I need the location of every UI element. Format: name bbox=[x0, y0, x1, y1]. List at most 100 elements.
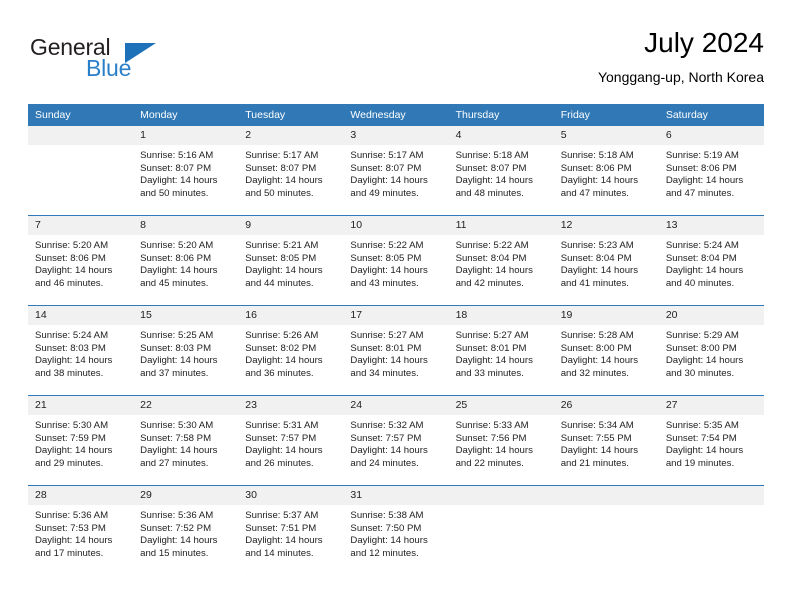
day-detail-line: Sunset: 8:07 PM bbox=[245, 162, 317, 174]
day-detail-line: Sunrise: 5:20 AM bbox=[35, 240, 109, 251]
day-number: 10 bbox=[343, 216, 449, 235]
day-detail-line: and 37 minutes. bbox=[140, 367, 209, 379]
calendar-week-row: 21 Sunrise: 5:30 AM Sunset: 7:59 PM Dayligh… bbox=[28, 395, 764, 486]
calendar-day-cell[interactable]: 29 Sunrise: 5:36 AM Sunset: 7:52 PM Dayligh… bbox=[133, 485, 239, 575]
day-detail-line: and 33 minutes. bbox=[455, 367, 524, 379]
day-detail-line: Sunrise: 5:19 AM bbox=[665, 150, 739, 161]
day-details: Sunrise: 5:22 AM Sunset: 8:04 PM Daylight:… bbox=[449, 235, 554, 290]
day-detail-line: Sunrise: 5:21 AM bbox=[245, 240, 319, 251]
calendar-day-cell[interactable]: 17 Sunrise: 5:27 AM Sunset: 8:01 PM Dayligh… bbox=[343, 305, 449, 396]
calendar-day-cell[interactable]: 31 Sunrise: 5:38 AM Sunset: 7:50 PM Dayligh… bbox=[343, 485, 449, 575]
calendar-day-cell[interactable]: 15 Sunrise: 5:25 AM Sunset: 8:03 PM Dayligh… bbox=[133, 305, 239, 396]
day-detail-line: Daylight: 14 hours bbox=[560, 265, 639, 277]
day-detail-line: Sunset: 8:04 PM bbox=[455, 252, 527, 264]
calendar-day-cell[interactable]: 11 Sunrise: 5:22 AM Sunset: 8:04 PM Dayligh… bbox=[448, 215, 554, 306]
day-detail-line: Sunrise: 5:17 AM bbox=[350, 150, 424, 161]
day-number: 3 bbox=[343, 126, 449, 145]
calendar-day-cell[interactable]: 14 Sunrise: 5:24 AM Sunset: 8:03 PM Dayligh… bbox=[28, 305, 134, 396]
day-number: 12 bbox=[553, 216, 659, 235]
calendar-day-cell[interactable]: 9 Sunrise: 5:21 AM Sunset: 8:05 PM Daylight… bbox=[238, 215, 344, 306]
calendar-day-cell[interactable]: 23 Sunrise: 5:31 AM Sunset: 7:57 PM Dayligh… bbox=[238, 395, 344, 486]
day-detail-line: and 41 minutes. bbox=[560, 277, 629, 289]
day-detail-line: and 24 minutes. bbox=[350, 457, 419, 469]
day-detail-line: Sunrise: 5:37 AM bbox=[245, 510, 319, 521]
day-detail-line: Sunrise: 5:30 AM bbox=[140, 420, 214, 431]
day-details: Sunrise: 5:28 AM Sunset: 8:00 PM Daylight:… bbox=[554, 325, 659, 380]
day-number: 20 bbox=[658, 306, 764, 325]
calendar-day-cell[interactable]: 21 Sunrise: 5:30 AM Sunset: 7:59 PM Dayligh… bbox=[28, 395, 134, 486]
day-detail-line: Daylight: 14 hours bbox=[245, 445, 323, 457]
calendar-day-cell[interactable]: 20 Sunrise: 5:29 AM Sunset: 8:00 PM Dayligh… bbox=[658, 305, 764, 396]
day-detail-line: Daylight: 14 hours bbox=[665, 175, 744, 187]
calendar-day-cell[interactable]: 5 Sunrise: 5:18 AM Sunset: 8:06 PM Daylight… bbox=[553, 126, 659, 216]
calendar-day-cell[interactable]: 30 Sunrise: 5:37 AM Sunset: 7:51 PM Dayligh… bbox=[238, 485, 344, 575]
day-detail-line: Sunrise: 5:36 AM bbox=[35, 510, 109, 521]
day-detail-line: and 27 minutes. bbox=[140, 457, 209, 469]
day-detail-line: and 50 minutes. bbox=[245, 187, 314, 199]
calendar-day-cell[interactable]: 19 Sunrise: 5:28 AM Sunset: 8:00 PM Dayligh… bbox=[553, 305, 659, 396]
calendar-day-cell[interactable]: 28 Sunrise: 5:36 AM Sunset: 7:53 PM Dayligh… bbox=[28, 485, 134, 575]
day-detail-line: Daylight: 14 hours bbox=[665, 355, 744, 367]
day-detail-line: Sunset: 8:06 PM bbox=[665, 162, 737, 174]
day-detail-line: Sunset: 8:04 PM bbox=[560, 252, 632, 264]
day-detail-line: and 34 minutes. bbox=[350, 367, 419, 379]
calendar-day-cell[interactable]: 1 Sunrise: 5:16 AM Sunset: 8:07 PM Daylight… bbox=[133, 126, 239, 216]
day-detail-line: Sunset: 7:52 PM bbox=[140, 522, 212, 534]
day-detail-line: Daylight: 14 hours bbox=[35, 355, 113, 367]
day-detail-line: Sunset: 8:05 PM bbox=[245, 252, 317, 264]
calendar-day-cell[interactable]: 2 Sunrise: 5:17 AM Sunset: 8:07 PM Daylight… bbox=[238, 126, 344, 216]
day-detail-line: Sunrise: 5:34 AM bbox=[560, 420, 634, 431]
calendar-day-cell[interactable]: 22 Sunrise: 5:30 AM Sunset: 7:58 PM Dayligh… bbox=[133, 395, 239, 486]
calendar-day-cell[interactable]: 4 Sunrise: 5:18 AM Sunset: 8:07 PM Daylight… bbox=[448, 126, 554, 216]
day-detail-line: Daylight: 14 hours bbox=[350, 265, 428, 277]
calendar-day-cell[interactable]: 3 Sunrise: 5:17 AM Sunset: 8:07 PM Daylight… bbox=[343, 126, 449, 216]
calendar-day-cell[interactable]: 10 Sunrise: 5:22 AM Sunset: 8:05 PM Dayligh… bbox=[343, 215, 449, 306]
day-detail-line: Daylight: 14 hours bbox=[245, 265, 323, 277]
day-detail-line: and 38 minutes. bbox=[35, 367, 104, 379]
day-detail-line: Sunrise: 5:17 AM bbox=[245, 150, 319, 161]
day-number: 9 bbox=[238, 216, 344, 235]
calendar-day-cell[interactable]: 6 Sunrise: 5:19 AM Sunset: 8:06 PM Daylight… bbox=[658, 126, 764, 216]
calendar-day-cell[interactable]: 27 Sunrise: 5:35 AM Sunset: 7:54 PM Dayligh… bbox=[658, 395, 764, 486]
day-detail-line: and 21 minutes. bbox=[560, 457, 629, 469]
day-detail-line: Sunset: 7:50 PM bbox=[350, 522, 422, 534]
calendar-page: General Blue July 2024 Yonggang-up, Nort… bbox=[0, 0, 792, 612]
day-number: 6 bbox=[658, 126, 764, 145]
day-detail-line: Daylight: 14 hours bbox=[140, 265, 218, 277]
day-detail-line: Sunset: 8:06 PM bbox=[140, 252, 212, 264]
calendar-day-cell[interactable]: 13 Sunrise: 5:24 AM Sunset: 8:04 PM Dayligh… bbox=[658, 215, 764, 306]
day-detail-line: Daylight: 14 hours bbox=[350, 355, 428, 367]
day-detail-line: and 30 minutes. bbox=[665, 367, 735, 379]
day-details: Sunrise: 5:20 AM Sunset: 8:06 PM Daylight:… bbox=[28, 235, 133, 290]
calendar-week-row: 28 Sunrise: 5:36 AM Sunset: 7:53 PM Dayligh… bbox=[28, 485, 764, 575]
day-detail-line: Sunrise: 5:18 AM bbox=[455, 150, 529, 161]
calendar-day-cell[interactable]: 18 Sunrise: 5:27 AM Sunset: 8:01 PM Dayligh… bbox=[448, 305, 554, 396]
weekday-header-sunday: Sunday bbox=[28, 104, 134, 126]
day-number: 8 bbox=[133, 216, 239, 235]
day-detail-line: Sunset: 7:56 PM bbox=[455, 432, 527, 444]
calendar-day-cell[interactable]: 8 Sunrise: 5:20 AM Sunset: 8:06 PM Daylight… bbox=[133, 215, 239, 306]
day-number bbox=[28, 126, 134, 145]
calendar-day-cell[interactable]: 24 Sunrise: 5:32 AM Sunset: 7:57 PM Dayligh… bbox=[343, 395, 449, 486]
day-detail-line: Sunrise: 5:20 AM bbox=[140, 240, 214, 251]
brand-logo[interactable]: General Blue bbox=[28, 26, 218, 86]
day-detail-line: Daylight: 14 hours bbox=[140, 445, 218, 457]
day-number: 21 bbox=[28, 396, 134, 415]
day-details: Sunrise: 5:25 AM Sunset: 8:03 PM Daylight:… bbox=[133, 325, 238, 380]
calendar-day-cell[interactable]: 25 Sunrise: 5:33 AM Sunset: 7:56 PM Dayligh… bbox=[448, 395, 554, 486]
day-detail-line: Sunrise: 5:29 AM bbox=[665, 330, 739, 341]
calendar-day-cell[interactable]: 16 Sunrise: 5:26 AM Sunset: 8:02 PM Dayligh… bbox=[238, 305, 344, 396]
day-detail-line: Daylight: 14 hours bbox=[140, 355, 218, 367]
day-details: Sunrise: 5:20 AM Sunset: 8:06 PM Daylight:… bbox=[133, 235, 238, 290]
day-number: 25 bbox=[448, 396, 554, 415]
calendar-day-cell[interactable]: 26 Sunrise: 5:34 AM Sunset: 7:55 PM Dayligh… bbox=[553, 395, 659, 486]
day-detail-line: Sunset: 8:07 PM bbox=[350, 162, 422, 174]
day-details: Sunrise: 5:33 AM Sunset: 7:56 PM Daylight:… bbox=[449, 415, 554, 470]
day-detail-line: and 47 minutes. bbox=[665, 187, 735, 199]
day-details: Sunrise: 5:30 AM Sunset: 7:58 PM Daylight:… bbox=[133, 415, 238, 470]
calendar-day-cell[interactable]: 7 Sunrise: 5:20 AM Sunset: 8:06 PM Daylight… bbox=[28, 215, 134, 306]
day-details: Sunrise: 5:38 AM Sunset: 7:50 PM Daylight:… bbox=[343, 505, 448, 560]
day-detail-line: Sunrise: 5:36 AM bbox=[140, 510, 214, 521]
calendar-day-cell[interactable]: 12 Sunrise: 5:23 AM Sunset: 8:04 PM Dayligh… bbox=[553, 215, 659, 306]
day-details: Sunrise: 5:23 AM Sunset: 8:04 PM Daylight:… bbox=[554, 235, 659, 290]
